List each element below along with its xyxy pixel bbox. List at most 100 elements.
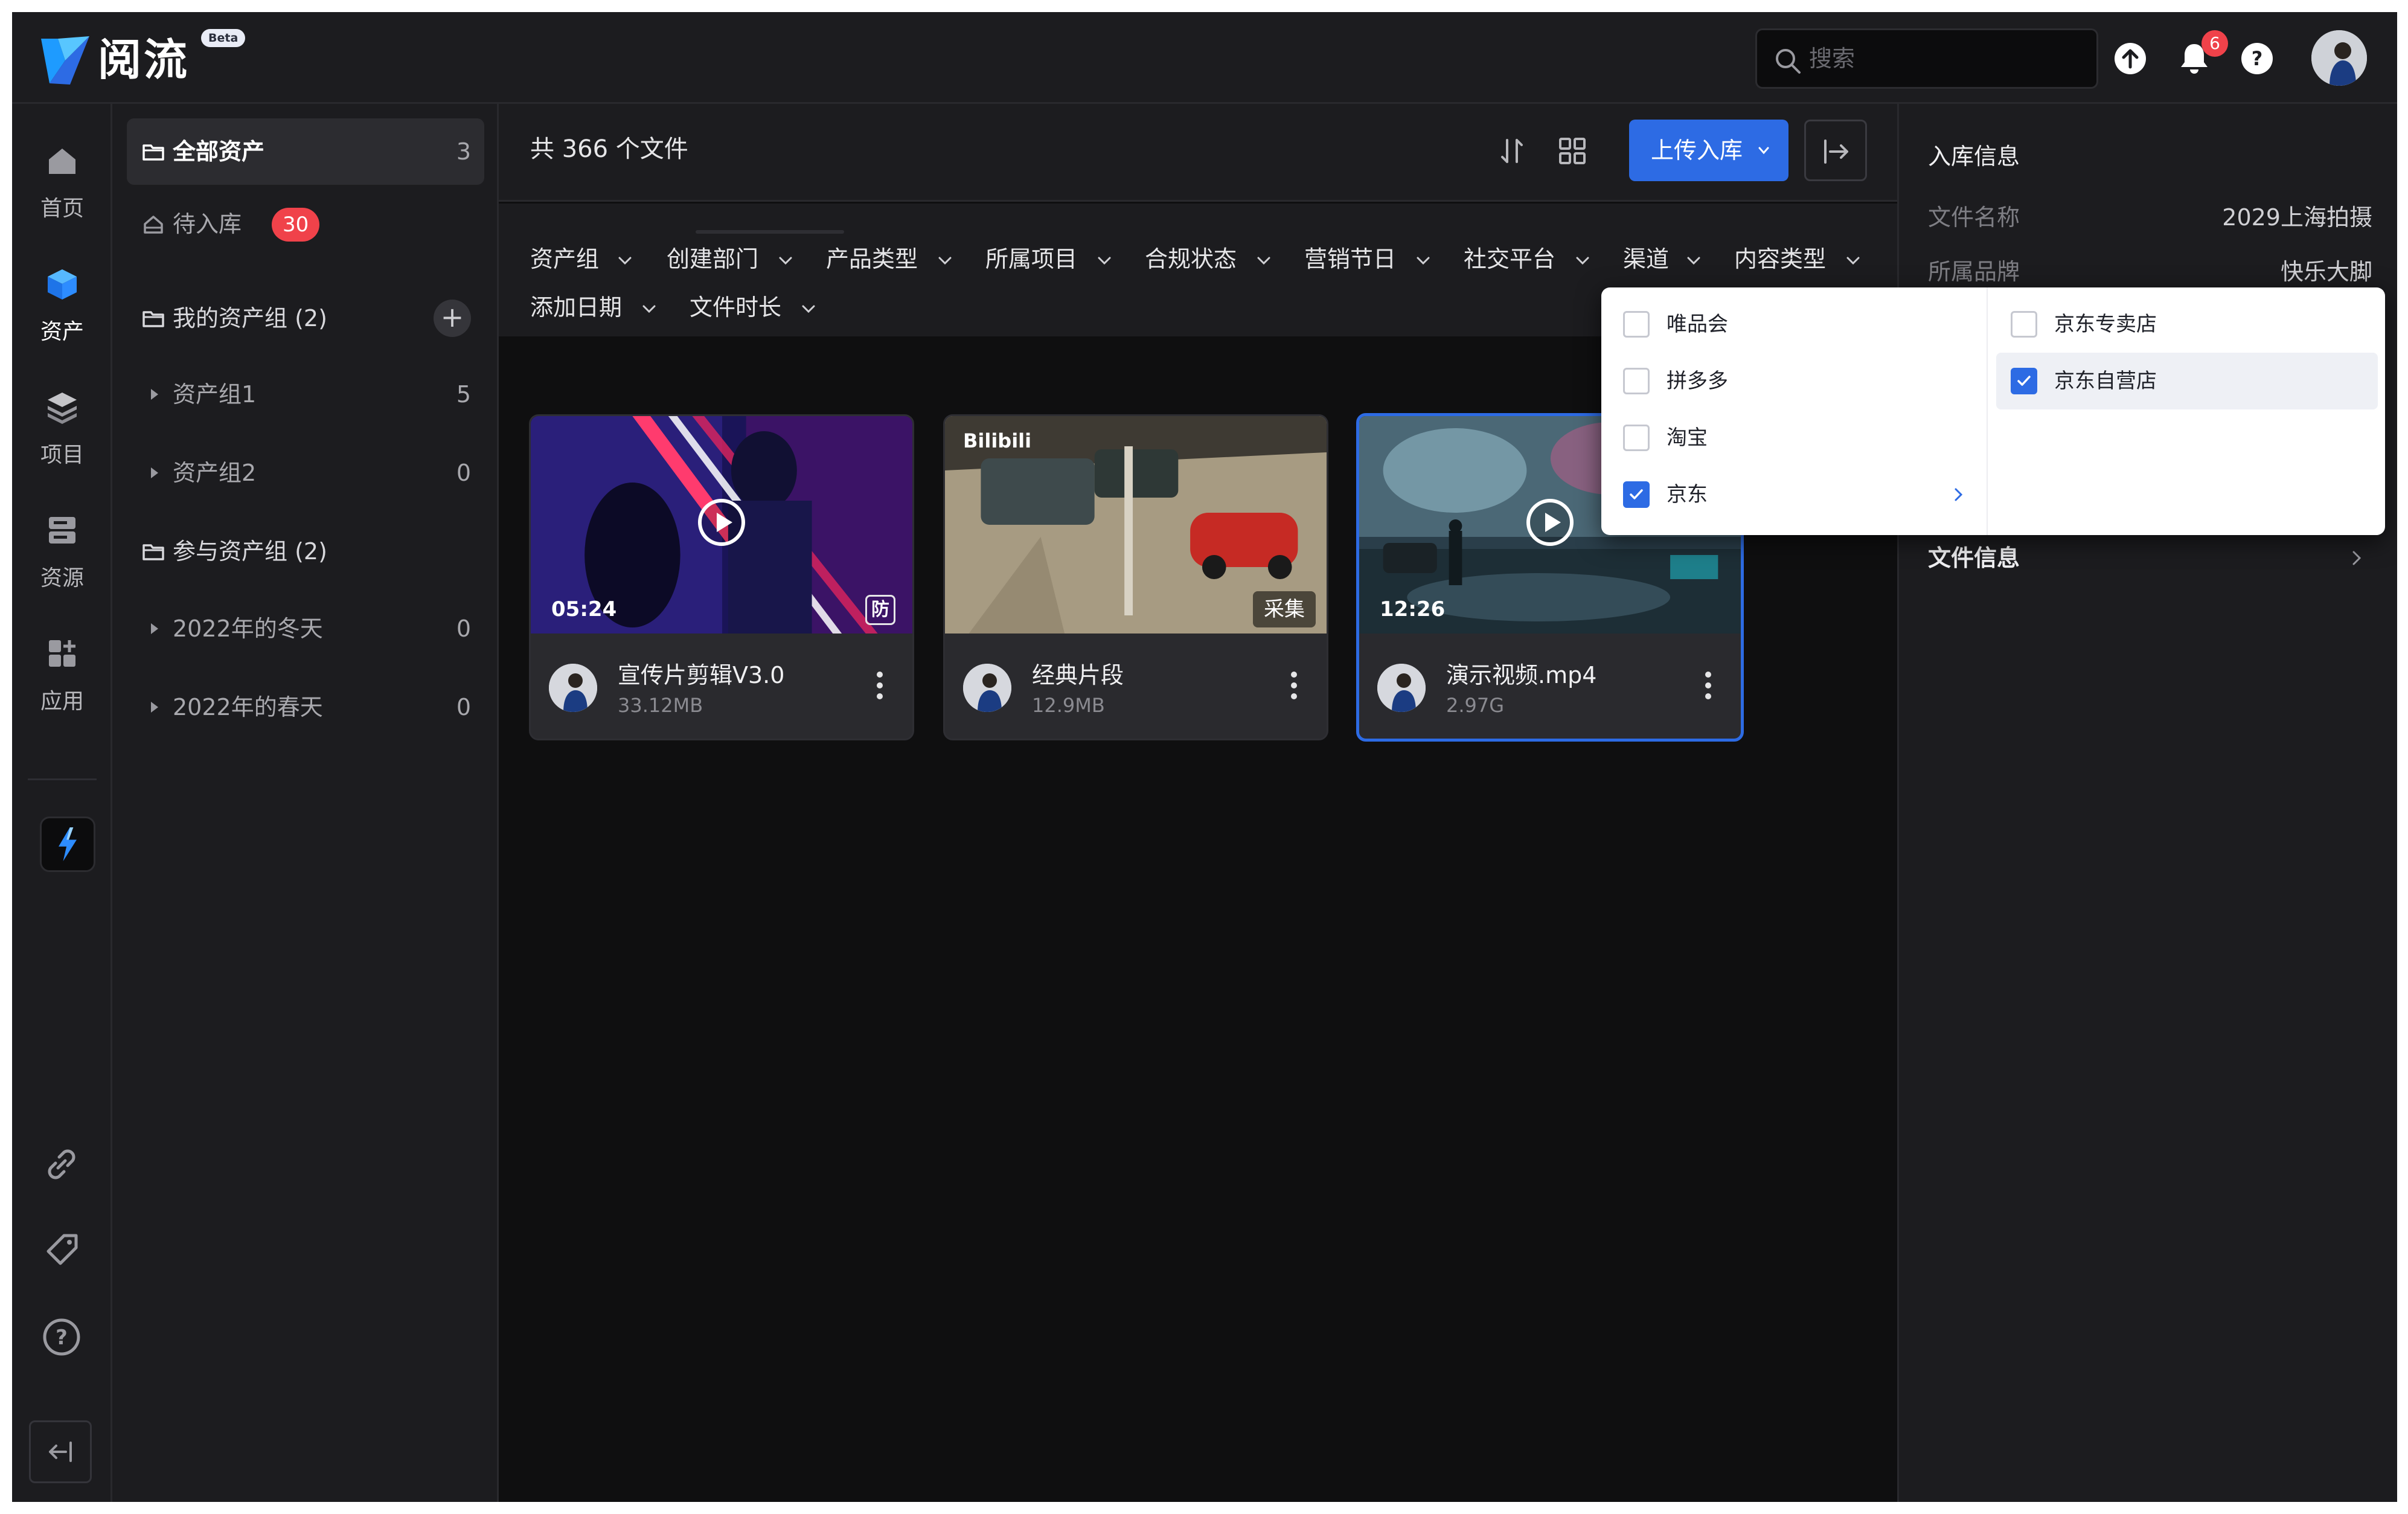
more-options-icon[interactable] (1702, 667, 1714, 704)
filter-asset-group[interactable]: 资产组 (530, 235, 633, 283)
filter-added-date[interactable]: 添加日期 (530, 283, 657, 332)
checkbox[interactable] (1623, 368, 1650, 394)
sidebar-section-label: 参与资产组 (2) (173, 538, 327, 565)
option-label: 京东 (1667, 483, 1708, 507)
video-thumbnail[interactable]: Bilibili 采集 (945, 416, 1327, 634)
add-group-button[interactable]: + (434, 300, 471, 337)
group-count: 0 (456, 460, 471, 486)
expand-caret-icon[interactable] (151, 702, 158, 713)
sidebar-group-item[interactable]: 资产组1 5 (127, 361, 484, 428)
grid-view-icon[interactable] (1557, 135, 1588, 167)
chevron-down-icon (1417, 257, 1430, 265)
filter-department[interactable]: 创建部门 (667, 235, 793, 283)
link-icon[interactable] (40, 1143, 83, 1186)
cascader-level1: 唯品会 拼多多 淘宝 京东 (1601, 287, 1988, 535)
help-icon[interactable]: ? (2239, 40, 2275, 77)
nav-rail: 首页 资产 项目 资源 应用 ? (12, 104, 112, 1502)
checkbox[interactable] (2011, 311, 2037, 338)
filter-marketing-festival[interactable]: 营销节日 (1304, 235, 1431, 283)
rail-item-projects[interactable]: 项目 (12, 374, 112, 483)
chevron-right-icon (1955, 488, 1963, 501)
chevron-down-icon (642, 305, 656, 313)
video-duration: 05:24 (551, 597, 617, 621)
help-circle-icon[interactable]: ? (40, 1315, 83, 1359)
filter-label: 社交平台 (1464, 246, 1556, 272)
play-icon[interactable] (696, 497, 747, 548)
checkbox[interactable] (1623, 425, 1650, 451)
cascader-option[interactable]: 淘宝 (1609, 409, 1981, 466)
sort-icon[interactable] (1496, 135, 1528, 167)
file-info-section[interactable]: 文件信息 (1928, 534, 2372, 582)
filter-product-type[interactable]: 产品类型 (826, 235, 953, 283)
expand-caret-icon[interactable] (151, 389, 158, 400)
expand-caret-icon[interactable] (151, 467, 158, 478)
search-box[interactable] (1755, 28, 2098, 89)
group-count: 5 (456, 381, 471, 408)
chevron-down-icon (1576, 257, 1589, 265)
group-label: 资产组1 (173, 381, 257, 408)
upload-icon[interactable] (2112, 40, 2148, 77)
filter-label: 所属项目 (985, 246, 1078, 272)
chevron-down-icon (618, 257, 632, 265)
chevron-down-icon (779, 257, 792, 265)
asset-card[interactable]: 05:24 防 宣传片剪辑V3.0 33.12MB (529, 414, 914, 740)
beta-badge: Beta (201, 29, 246, 47)
filter-project[interactable]: 所属项目 (985, 235, 1112, 283)
filter-compliance[interactable]: 合规状态 (1145, 235, 1272, 283)
filter-file-duration[interactable]: 文件时长 (690, 283, 816, 332)
rail-item-apps[interactable]: 应用 (12, 621, 112, 730)
collapse-sidebar-button[interactable] (29, 1420, 92, 1483)
checkbox[interactable] (1623, 311, 1650, 338)
rail-item-resources[interactable]: 资源 (12, 498, 112, 606)
chevron-down-icon (1098, 257, 1111, 265)
cascader-option[interactable]: 唯品会 (1609, 296, 1981, 353)
app-logo[interactable]: 阅流 Beta (41, 29, 246, 89)
play-icon[interactable] (1525, 497, 1575, 548)
filter-label: 资产组 (530, 246, 600, 272)
sidebar-item-all-assets[interactable]: 全部资产 3 (127, 118, 484, 185)
asset-cube-icon (48, 269, 77, 300)
rail-label-apps: 应用 (40, 689, 84, 714)
detail-value: 2029上海拍摄 (2222, 204, 2372, 231)
folder-icon (142, 544, 164, 560)
cascader-option-selected[interactable]: 京东自营店 (1996, 353, 2378, 409)
cascader-option[interactable]: 拼多多 (1609, 353, 1981, 409)
search-input[interactable] (1809, 30, 2087, 87)
filter-channel[interactable]: 渠道 (1623, 235, 1702, 283)
rail-item-home[interactable]: 首页 (12, 128, 112, 237)
cascader-option[interactable]: 京东专卖店 (1996, 296, 2378, 353)
video-thumbnail[interactable]: 05:24 防 (531, 416, 912, 634)
user-avatar[interactable] (2311, 30, 2367, 86)
toggle-detail-panel-button[interactable] (1804, 120, 1867, 181)
sidebar-section-joined-groups[interactable]: 参与资产组 (2) (127, 518, 484, 585)
more-options-icon[interactable] (1288, 667, 1300, 704)
checkbox-checked[interactable] (2011, 368, 2037, 394)
sidebar-item-pending[interactable]: 待入库 30 (127, 191, 484, 257)
filter-label: 创建部门 (667, 246, 759, 272)
svg-text:?: ? (56, 1326, 68, 1350)
rail-item-assets[interactable]: 资产 (12, 251, 112, 360)
filter-social-platform[interactable]: 社交平台 (1464, 235, 1590, 283)
rail-app-shortcut[interactable] (40, 816, 95, 872)
sidebar-group-item[interactable]: 资产组2 0 (127, 440, 484, 506)
upload-to-library-button[interactable]: 上传入库 (1629, 120, 1788, 181)
expand-caret-icon[interactable] (151, 623, 158, 634)
filter-content-type[interactable]: 内容类型 (1734, 235, 1861, 283)
cascader-option-expanded[interactable]: 京东 (1609, 466, 1981, 523)
rail-label-resources: 资源 (40, 566, 84, 591)
collected-tag: 采集 (1253, 591, 1316, 627)
collapse-arrow-icon (49, 1442, 72, 1462)
sidebar-group-item[interactable]: 2022年的春天 0 (127, 674, 484, 740)
option-label: 京东专卖店 (2054, 312, 2157, 336)
group-count: 0 (456, 615, 471, 642)
sidebar-group-item[interactable]: 2022年的冬天 0 (127, 595, 484, 662)
more-options-icon[interactable] (874, 667, 886, 704)
file-count: 共 366 个文件 (530, 135, 688, 163)
checkbox-checked[interactable] (1623, 481, 1650, 508)
chevron-down-icon (1687, 257, 1700, 265)
asset-card[interactable]: Bilibili 采集 经典片段 12.9MB (943, 414, 1328, 740)
sidebar-section-my-groups[interactable]: 我的资产组 (2) + (127, 285, 484, 351)
tag-icon[interactable] (40, 1228, 83, 1272)
uploader-avatar (549, 664, 597, 712)
scroll-indicator (696, 230, 844, 234)
